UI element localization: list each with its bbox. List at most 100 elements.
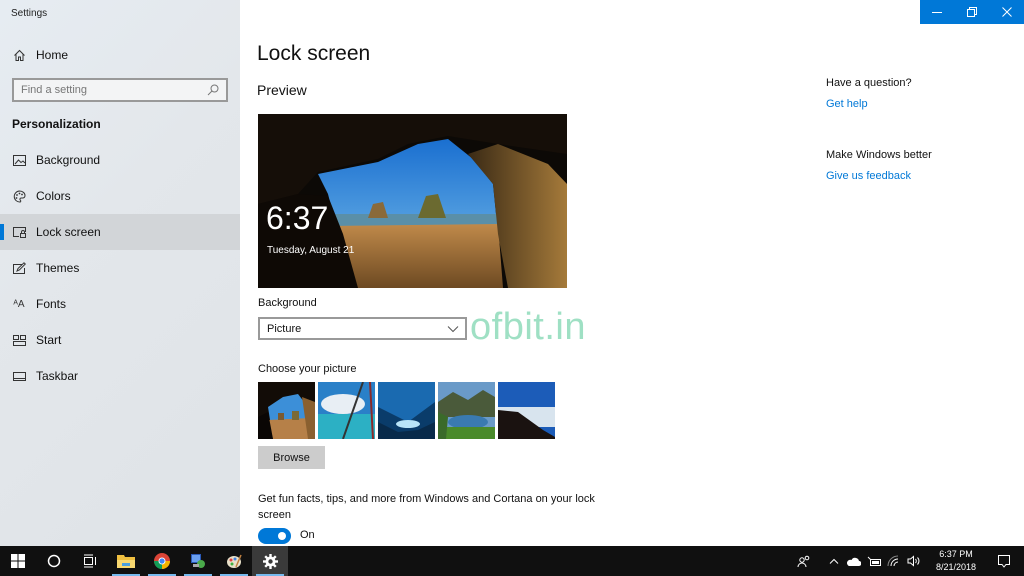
- onedrive-button[interactable]: [845, 546, 863, 576]
- fonts-icon: ᴬA: [13, 298, 25, 310]
- sidebar-item-label: Background: [36, 153, 101, 167]
- section-title: Personalization: [12, 117, 101, 131]
- start-button[interactable]: [0, 546, 36, 576]
- page-title: Lock screen: [257, 42, 371, 65]
- thumbnail-clouds-lake[interactable]: [318, 382, 375, 439]
- thumbnail-cave-beach[interactable]: [258, 382, 315, 439]
- settings-window: Settings Home Find a setting Personaliza…: [0, 0, 1024, 546]
- chrome-button[interactable]: [144, 546, 180, 576]
- speaker-icon: [907, 555, 920, 567]
- sidebar-item-label: Themes: [36, 261, 80, 275]
- preview-time: 6:37: [266, 200, 329, 236]
- minimize-icon: [932, 12, 943, 13]
- sidebar-item-taskbar[interactable]: Taskbar: [0, 358, 240, 394]
- thumbnail-ice-cave[interactable]: [378, 382, 435, 439]
- sidebar-item-start[interactable]: Start: [0, 322, 240, 358]
- restore-button[interactable]: [955, 0, 990, 24]
- sidebar: Settings Home Find a setting Personaliza…: [0, 0, 240, 546]
- sidebar-item-label: Colors: [36, 189, 71, 203]
- search-input[interactable]: Find a setting: [12, 78, 228, 102]
- toggle-knob: [278, 532, 286, 540]
- clock-time: 6:37 PM: [939, 549, 973, 559]
- battery-plug-icon: [867, 556, 881, 566]
- system-tray: 6:37 PM 8/21/2018: [794, 546, 1024, 576]
- paint-palette-icon: [227, 554, 242, 568]
- sidebar-item-label: Taskbar: [36, 369, 79, 383]
- show-hidden-icons-button[interactable]: [825, 546, 843, 576]
- tips-description: Get fun facts, tips, and more from Windo…: [258, 493, 595, 521]
- task-view-icon: [84, 554, 96, 568]
- palette-icon: [12, 189, 26, 203]
- lock-screen-icon: [12, 225, 26, 239]
- background-dropdown[interactable]: Picture: [258, 317, 467, 340]
- thumbnail-mountain-clouds[interactable]: [498, 382, 555, 439]
- windows-logo-icon: [11, 554, 25, 568]
- search-icon[interactable]: [206, 83, 220, 97]
- watermark: ofbit.in: [470, 306, 586, 348]
- sidebar-item-label: Lock screen: [36, 225, 101, 239]
- action-center-button[interactable]: [984, 546, 1024, 576]
- clock-date: 8/21/2018: [935, 562, 977, 572]
- window-controls: [920, 0, 1024, 24]
- file-explorer-button[interactable]: [108, 546, 144, 576]
- wifi-button[interactable]: [885, 546, 903, 576]
- background-label: Background: [258, 297, 317, 309]
- home-icon: [12, 48, 26, 62]
- lock-screen-preview: 6:37 Tuesday, August 21: [258, 114, 567, 288]
- sidebar-item-lock-screen[interactable]: Lock screen: [0, 214, 240, 250]
- sidebar-item-background[interactable]: Background: [0, 142, 240, 178]
- network-app-button[interactable]: [180, 546, 216, 576]
- themes-icon: [12, 261, 26, 275]
- sidebar-item-home[interactable]: Home: [0, 42, 240, 68]
- taskbar: 6:37 PM 8/21/2018: [0, 546, 1024, 576]
- feedback-link[interactable]: Give us feedback: [826, 170, 911, 182]
- battery-button[interactable]: [865, 546, 883, 576]
- chevron-down-icon: [447, 325, 459, 332]
- sidebar-item-label: Fonts: [36, 297, 67, 311]
- tips-toggle[interactable]: [258, 528, 291, 544]
- notification-icon: [998, 555, 1010, 568]
- choose-picture-label: Choose your picture: [258, 363, 357, 375]
- settings-button[interactable]: [252, 546, 288, 576]
- get-help-link[interactable]: Get help: [826, 98, 868, 110]
- start-icon: [12, 333, 26, 347]
- chrome-icon: [154, 553, 170, 569]
- close-button[interactable]: [989, 0, 1024, 24]
- wifi-icon: [887, 555, 899, 567]
- thumbnail-mountain-lake[interactable]: [438, 382, 495, 439]
- browse-button[interactable]: Browse: [258, 446, 325, 469]
- app-title: Settings: [11, 8, 48, 19]
- sidebar-item-fonts[interactable]: ᴬA Fonts: [0, 286, 240, 322]
- sidebar-nav: Background Colors Lock screen Themes ᴬA …: [0, 142, 240, 394]
- sidebar-item-label: Start: [36, 333, 62, 347]
- main-content: Lock screen Preview 6:37 Tuesday, August: [240, 0, 1024, 546]
- task-view-button[interactable]: [72, 546, 108, 576]
- people-button[interactable]: [795, 546, 813, 576]
- restore-icon: [967, 7, 977, 17]
- cloud-icon: [847, 557, 861, 566]
- background-dropdown-value: Picture: [267, 322, 302, 335]
- volume-button[interactable]: [905, 546, 923, 576]
- taskbar-icon: [12, 369, 26, 383]
- folder-icon: [117, 555, 135, 568]
- cortana-button[interactable]: [36, 546, 72, 576]
- close-icon: [1001, 7, 1012, 17]
- computer-icon: [191, 554, 205, 568]
- tips-toggle-state: On: [300, 529, 315, 541]
- paint-app-button[interactable]: [216, 546, 252, 576]
- home-label: Home: [36, 48, 69, 62]
- search-placeholder: Find a setting: [21, 84, 88, 96]
- feedback-question: Make Windows better: [826, 149, 932, 161]
- preview-date: Tuesday, August 21: [267, 245, 355, 256]
- minimize-button[interactable]: [920, 0, 955, 24]
- help-question: Have a question?: [826, 77, 912, 89]
- gear-icon: [262, 553, 278, 569]
- picture-icon: [12, 153, 26, 167]
- preview-heading: Preview: [257, 82, 307, 98]
- people-icon: [797, 555, 810, 567]
- cortana-circle-icon: [47, 554, 61, 568]
- taskbar-clock[interactable]: 6:37 PM 8/21/2018: [928, 548, 984, 574]
- chevron-up-icon: [829, 558, 839, 564]
- sidebar-item-themes[interactable]: Themes: [0, 250, 240, 286]
- sidebar-item-colors[interactable]: Colors: [0, 178, 240, 214]
